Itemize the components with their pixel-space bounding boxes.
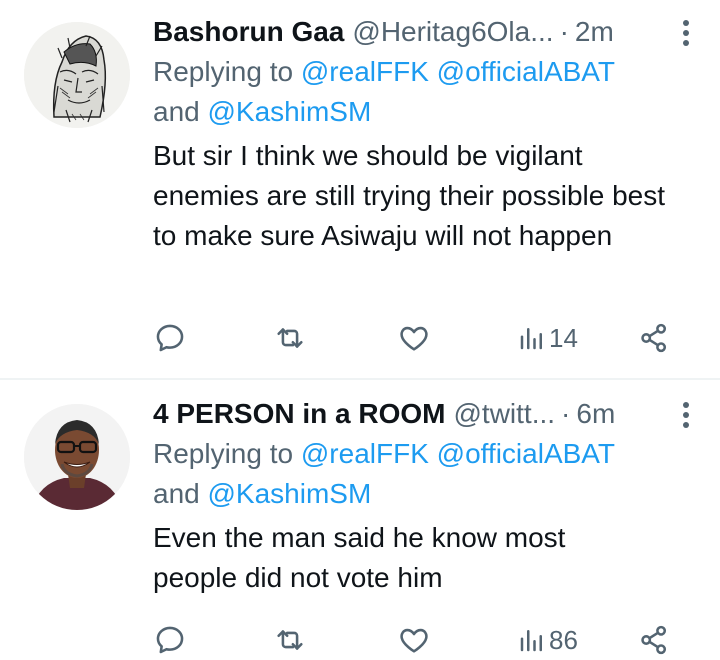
- reply-button[interactable]: [153, 620, 187, 660]
- mention-link[interactable]: @officialABAT: [437, 56, 615, 87]
- separator-dot: ·: [561, 398, 571, 429]
- more-options-icon[interactable]: [682, 18, 690, 48]
- share-button[interactable]: [637, 620, 671, 660]
- sketch-portrait-icon: [24, 22, 130, 128]
- retweet-button[interactable]: [273, 318, 307, 358]
- timestamp[interactable]: 2m: [575, 14, 614, 50]
- tweet-actions: 14: [153, 318, 673, 358]
- avatar[interactable]: [24, 404, 130, 510]
- bar-chart-icon: [520, 328, 542, 350]
- bar-chart-icon: [520, 630, 542, 652]
- timestamp[interactable]: 6m: [576, 396, 615, 432]
- tweet[interactable]: Bashorun Gaa @Heritag6Ola... · 2m Replyi…: [0, 0, 720, 378]
- avatar[interactable]: [24, 22, 130, 128]
- mention-link[interactable]: @KashimSM: [208, 478, 372, 509]
- share-icon: [641, 625, 667, 655]
- reply-icon: [156, 324, 184, 352]
- view-count: 86: [549, 624, 578, 655]
- mention-link[interactable]: @officialABAT: [437, 438, 615, 469]
- replying-prefix: Replying to: [153, 438, 301, 469]
- replying-and: and: [153, 96, 208, 127]
- photo-portrait-icon: [24, 404, 130, 510]
- tweet-header: 4 PERSON in a ROOM @twitt... · 6m: [153, 396, 680, 432]
- views-button[interactable]: 14: [517, 318, 578, 358]
- retweet-icon: [277, 328, 303, 348]
- display-name[interactable]: 4 PERSON in a ROOM: [153, 396, 446, 432]
- mention-link[interactable]: @realFFK: [301, 438, 429, 469]
- replying-and: and: [153, 478, 208, 509]
- replying-to: Replying to @realFFK @officialABAT and @…: [153, 434, 680, 514]
- share-icon: [641, 323, 667, 353]
- more-options-icon[interactable]: [682, 400, 690, 430]
- tweet[interactable]: 4 PERSON in a ROOM @twitt... · 6m Replyi…: [0, 380, 720, 660]
- user-handle[interactable]: @Heritag6Ola...: [352, 14, 553, 50]
- user-handle[interactable]: @twitt...: [454, 396, 556, 432]
- heart-icon: [400, 628, 428, 653]
- tweet-text: But sir I think we should be vigilant en…: [153, 140, 666, 251]
- tweet-text: Even the man said he know most people di…: [153, 522, 566, 593]
- replying-prefix: Replying to: [153, 56, 301, 87]
- replying-to: Replying to @realFFK @officialABAT and @…: [153, 52, 680, 132]
- mention-link[interactable]: @KashimSM: [208, 96, 372, 127]
- retweet-icon: [277, 630, 303, 650]
- like-button[interactable]: [397, 318, 431, 358]
- mention-link[interactable]: @realFFK: [301, 56, 429, 87]
- retweet-button[interactable]: [273, 620, 307, 660]
- heart-icon: [400, 326, 428, 351]
- like-button[interactable]: [397, 620, 431, 660]
- tweet-header: Bashorun Gaa @Heritag6Ola... · 2m: [153, 14, 680, 50]
- views-button[interactable]: 86: [517, 620, 578, 660]
- display-name[interactable]: Bashorun Gaa: [153, 14, 344, 50]
- reply-button[interactable]: [153, 318, 187, 358]
- separator-dot: ·: [559, 16, 569, 47]
- view-count: 14: [549, 322, 578, 353]
- tweet-actions: 86: [153, 620, 673, 660]
- share-button[interactable]: [637, 318, 671, 358]
- reply-icon: [156, 626, 184, 654]
